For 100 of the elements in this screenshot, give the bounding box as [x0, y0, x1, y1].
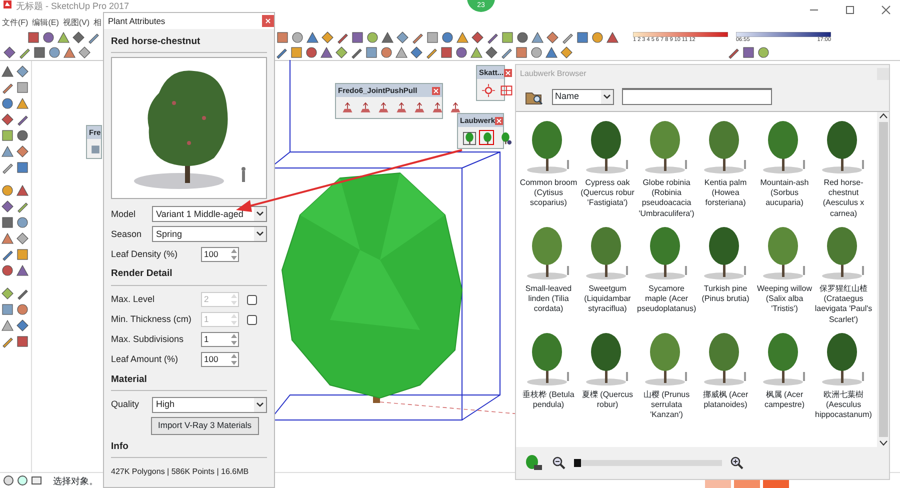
menu-item[interactable]: 视图(V) — [62, 16, 90, 29]
month-gradient-bar[interactable] — [633, 32, 728, 36]
diamond-icon[interactable] — [485, 46, 498, 59]
circle-icon[interactable] — [42, 30, 55, 44]
circle-icon[interactable] — [516, 30, 529, 44]
plant-name[interactable]: 保罗猩红山楂 (Crataegus laevigata 'Paul's Scarlet') — [814, 284, 873, 325]
triangle-icon[interactable] — [16, 97, 29, 110]
pencil-icon[interactable] — [1, 161, 14, 174]
circle-icon[interactable] — [455, 46, 468, 59]
circle-icon[interactable] — [16, 303, 29, 316]
diamond-icon[interactable] — [321, 30, 334, 44]
maximize-icon[interactable] — [844, 4, 856, 16]
circle-icon[interactable] — [591, 30, 604, 44]
pencil-icon[interactable] — [1, 81, 14, 94]
diamond-icon[interactable] — [3, 46, 16, 59]
dropdown[interactable]: Spring — [152, 226, 267, 242]
slider-thumb[interactable] — [574, 459, 581, 467]
push-pull-icon[interactable] — [431, 102, 444, 115]
pencil-icon[interactable] — [1, 335, 14, 348]
diamond-icon[interactable] — [16, 65, 29, 78]
push-pull-icon[interactable] — [449, 102, 462, 115]
triangle-icon[interactable] — [1, 145, 14, 158]
diamond-icon[interactable] — [546, 30, 559, 44]
square-icon[interactable] — [351, 30, 364, 44]
tree-icon[interactable] — [481, 132, 494, 145]
diamond-icon[interactable] — [72, 30, 85, 44]
square-icon[interactable] — [1, 129, 14, 142]
triangle-icon[interactable] — [57, 30, 70, 44]
circle-icon[interactable] — [48, 46, 61, 59]
tree-cart-icon[interactable] — [524, 454, 544, 472]
plant-name[interactable]: 垂枝桦 (Betula pendula) — [519, 390, 578, 410]
square-icon[interactable] — [16, 161, 29, 174]
search-field[interactable] — [622, 88, 772, 105]
pencil-icon[interactable] — [18, 46, 31, 59]
user-icon[interactable] — [31, 475, 42, 486]
circle-icon[interactable] — [757, 46, 770, 59]
diamond-icon[interactable] — [1, 287, 14, 300]
circle-icon[interactable] — [380, 46, 393, 59]
triangle-icon[interactable] — [456, 30, 469, 44]
number-field[interactable]: 100 — [201, 352, 239, 367]
diamond-icon[interactable] — [335, 46, 348, 59]
square-icon[interactable] — [16, 81, 29, 94]
diamond-icon[interactable] — [396, 30, 409, 44]
tree-icon[interactable] — [499, 132, 512, 145]
circle-icon[interactable] — [1, 264, 14, 277]
pencil-icon[interactable] — [350, 46, 363, 59]
zoom-slider[interactable] — [574, 460, 722, 466]
pencil-icon[interactable] — [16, 287, 29, 300]
diamond-icon[interactable] — [78, 46, 91, 59]
geo-icon[interactable] — [17, 475, 28, 486]
zoom-out-icon[interactable] — [552, 456, 566, 470]
square-icon[interactable] — [742, 46, 755, 59]
diamond-icon[interactable] — [410, 46, 423, 59]
diamond-icon[interactable] — [471, 30, 484, 44]
circle-icon[interactable] — [305, 46, 318, 59]
triangle-icon[interactable] — [16, 184, 29, 197]
plant-name[interactable]: 夏櫟 (Quercus robur) — [578, 390, 637, 410]
push-pull-icon[interactable] — [377, 102, 390, 115]
circle-icon[interactable] — [1, 97, 14, 110]
circle-icon[interactable] — [530, 46, 543, 59]
diamond-icon[interactable] — [16, 319, 29, 332]
push-pull-icon[interactable] — [359, 102, 372, 115]
triangle-icon[interactable] — [381, 30, 394, 44]
square-icon[interactable] — [1, 216, 14, 229]
diamond-icon[interactable] — [1, 113, 14, 126]
square-icon[interactable] — [365, 46, 378, 59]
scroll-up-icon[interactable] — [878, 112, 888, 120]
plant-name[interactable]: Weeping willow (Salix alba 'Tristis') — [755, 284, 814, 315]
square-icon[interactable] — [16, 248, 29, 261]
diamond-icon[interactable] — [16, 145, 29, 158]
push-pull-icon[interactable] — [341, 102, 354, 115]
sort-dropdown[interactable]: Name — [552, 88, 614, 104]
plant-name[interactable]: Kentia palm (Howea forsteriana) — [696, 178, 755, 209]
plant-name[interactable]: Globe robinia (Robinia pseudoacacia 'Umbraculifera') — [637, 178, 696, 219]
number-field[interactable]: 1 — [201, 332, 239, 347]
plant-name[interactable]: 挪威枫 (Acer platanoides) — [696, 390, 755, 410]
plant-name[interactable]: 枫属 (Acer campestre) — [755, 390, 814, 410]
square-icon[interactable] — [16, 335, 29, 348]
push-pull-icon[interactable] — [413, 102, 426, 115]
triangle-icon[interactable] — [1, 319, 14, 332]
plant-name[interactable]: Small-leaved linden (Tilia cordata) — [519, 284, 578, 315]
square-icon[interactable] — [276, 30, 289, 44]
number-field[interactable]: 100 — [201, 246, 239, 262]
plant-name[interactable]: Sycamore maple (Acer pseudoplatanus) — [637, 284, 696, 315]
plant-name[interactable]: Sweetgum (Liquidambar styraciflua) — [578, 284, 637, 315]
plant-name[interactable]: Common broom (Cytisus scoparius) — [519, 178, 578, 209]
plant-name[interactable]: 山樱 (Prunus serrulata 'Kanzan') — [637, 390, 696, 421]
triangle-icon[interactable] — [531, 30, 544, 44]
close-icon[interactable] — [880, 4, 892, 16]
pencil-icon[interactable] — [16, 113, 29, 126]
square-icon[interactable] — [426, 30, 439, 44]
circle-icon[interactable] — [1, 184, 14, 197]
zoom-in-icon[interactable] — [730, 456, 744, 470]
triangle-icon[interactable] — [16, 264, 29, 277]
info-icon[interactable] — [3, 475, 14, 486]
plant-name[interactable]: Cypress oak (Quercus robur 'Fastigiata') — [578, 178, 637, 209]
triangle-icon[interactable] — [306, 30, 319, 44]
triangle-icon[interactable] — [320, 46, 333, 59]
tool-icon[interactable] — [89, 143, 102, 156]
square-icon[interactable] — [440, 46, 453, 59]
